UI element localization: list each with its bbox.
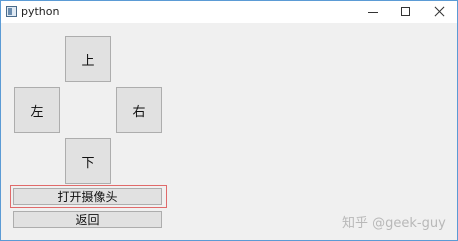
up-button[interactable]: 上: [65, 36, 111, 82]
python-app-icon: [6, 6, 17, 17]
maximize-button[interactable]: [388, 1, 424, 23]
watermark: 知乎 @geek-guy: [342, 216, 446, 231]
close-icon: [434, 6, 445, 17]
maximize-icon: [401, 7, 410, 16]
down-button[interactable]: 下: [65, 138, 111, 184]
minimize-icon: [368, 12, 378, 13]
title-bar: python: [1, 1, 457, 23]
open-camera-button[interactable]: 打开摄像头: [13, 188, 162, 205]
window-title: python: [21, 5, 60, 18]
left-button[interactable]: 左: [14, 87, 60, 133]
close-button[interactable]: [421, 1, 457, 23]
app-window: python 上 左 右 下 打开摄像头 返回 知乎 @geek-guy: [0, 0, 458, 241]
right-button[interactable]: 右: [116, 87, 162, 133]
minimize-button[interactable]: [355, 1, 391, 23]
back-button[interactable]: 返回: [13, 211, 162, 228]
